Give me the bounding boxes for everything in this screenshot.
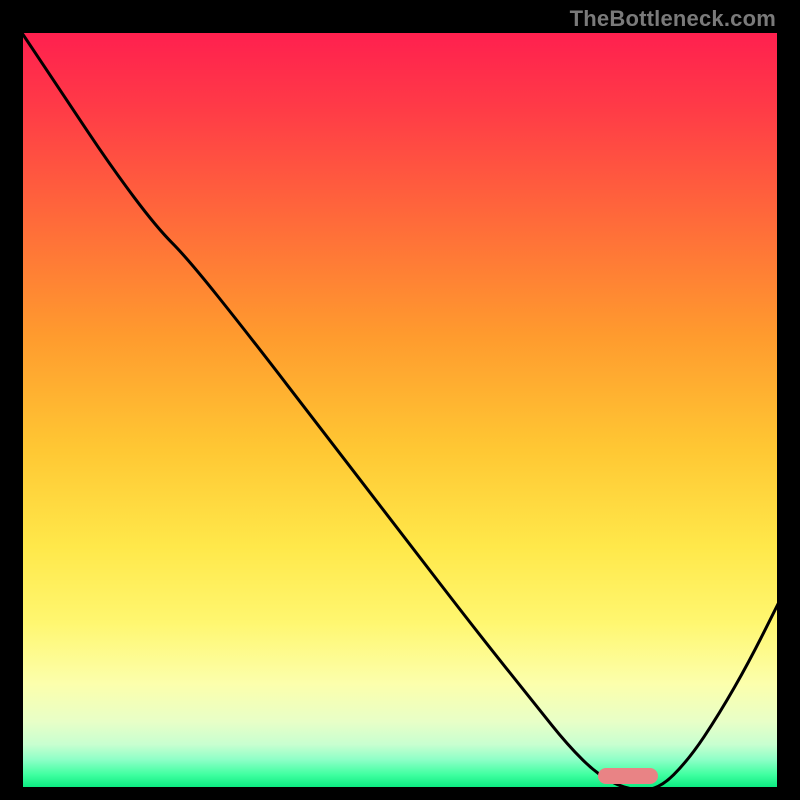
optimal-range-marker <box>598 768 659 784</box>
bottleneck-curve <box>20 30 780 790</box>
watermark-text: TheBottleneck.com <box>570 6 776 32</box>
chart-frame <box>20 30 780 790</box>
chart-line-layer <box>20 30 780 790</box>
